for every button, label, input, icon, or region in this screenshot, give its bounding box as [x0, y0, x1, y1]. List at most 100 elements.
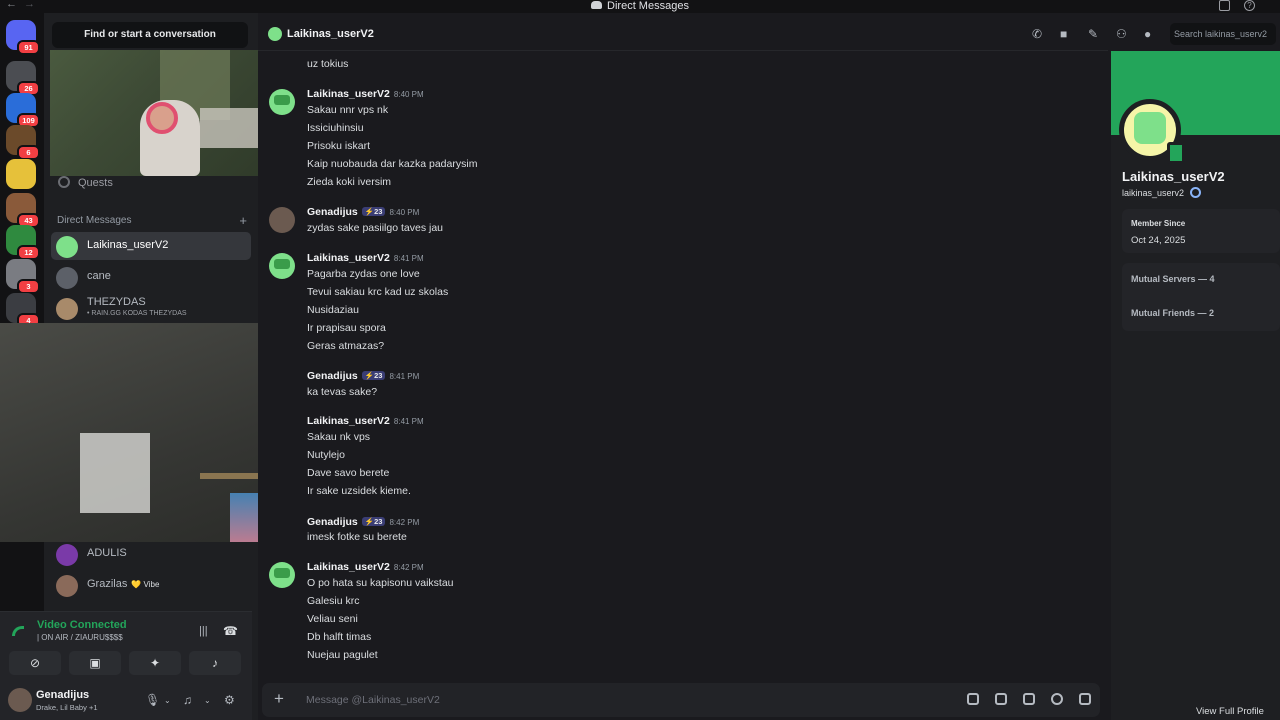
server-icon[interactable]: 6: [6, 125, 40, 160]
dm-item-thezydas[interactable]: THEZYDAS • RAIN.GG KODAS THEZYDAS: [51, 294, 251, 322]
create-dm-icon[interactable]: +: [239, 213, 247, 228]
screen-share-button[interactable]: ▣: [69, 651, 121, 675]
mutuals-card: Mutual Servers — 4 Mutual Friends — 2: [1122, 263, 1280, 331]
message-author[interactable]: Laikinas_userV2 8:41 PM: [307, 252, 424, 264]
dm-item-adulis[interactable]: ADULIS: [51, 540, 251, 568]
message-line: Issiciuhinsiu: [307, 122, 364, 134]
dm-item-cane[interactable]: cane: [51, 263, 251, 291]
home-button[interactable]: 91: [6, 20, 40, 55]
message-line: Sakau nnr vps nk: [307, 104, 389, 116]
message-line: Db halft timas: [307, 631, 372, 643]
chevron-down-icon[interactable]: ⌄: [204, 696, 211, 705]
message-line: Nutylejo: [307, 449, 345, 461]
sticker-icon[interactable]: [1023, 693, 1035, 705]
message-line: Pagarba zydas one love: [307, 268, 420, 280]
activities-button[interactable]: ✦: [129, 651, 181, 675]
server-icon[interactable]: 43: [6, 193, 40, 228]
camera-off-button[interactable]: ⊘: [9, 651, 61, 675]
message-input[interactable]: [306, 689, 866, 711]
inbox-icon[interactable]: [1219, 0, 1230, 11]
title-bar: ← → Direct Messages ?: [0, 0, 1280, 13]
noise-suppression-icon[interactable]: |||: [199, 625, 208, 637]
message-line: ka tevas sake?: [307, 386, 378, 398]
message-line: imesk fotke su berete: [307, 531, 407, 543]
message-line: Ir sake uzsidek kieme.: [307, 485, 411, 497]
message-author[interactable]: Laikinas_userV2 8:40 PM: [307, 88, 424, 100]
signal-icon[interactable]: [12, 626, 24, 636]
emoji-icon[interactable]: [1051, 693, 1063, 705]
avatar: [56, 575, 78, 597]
avatar: [56, 544, 78, 566]
help-icon[interactable]: ?: [1244, 0, 1255, 11]
user-profile-panel: Laikinas_userV2 laikinas_userv2 Member S…: [1111, 51, 1280, 720]
server-icon[interactable]: 26: [6, 61, 40, 96]
settings-gear-icon[interactable]: ⚙: [224, 693, 235, 707]
avatar: [56, 267, 78, 289]
dm-item-laikinas[interactable]: Laikinas_userV2: [51, 232, 251, 260]
find-conversation-button[interactable]: Find or start a conversation: [52, 22, 248, 48]
message-author[interactable]: Genadijus ⚡23 8:40 PM: [307, 206, 419, 218]
discord-logo-icon: [591, 1, 603, 9]
window-title: Direct Messages: [0, 0, 1280, 12]
server-icon[interactable]: 3: [6, 259, 40, 294]
profile-avatar[interactable]: [1119, 99, 1185, 164]
message-line: Prisoku iskart: [307, 140, 371, 152]
chevron-down-icon[interactable]: ⌄: [164, 696, 171, 705]
microphone-icon[interactable]: 🎙: [145, 693, 160, 707]
avatar: [268, 27, 282, 41]
message-line: Kaip nuobauda dar kazka padarysim: [307, 158, 478, 170]
server-icon[interactable]: 109: [6, 93, 40, 128]
message-composer: +: [262, 683, 1100, 717]
avatar[interactable]: [269, 562, 295, 588]
message-author[interactable]: Genadijus ⚡23 8:41 PM: [307, 370, 419, 382]
gift-icon[interactable]: [967, 693, 979, 705]
message-author[interactable]: Laikinas_userV2 8:41 PM: [307, 415, 424, 427]
server-icon[interactable]: 4: [6, 293, 40, 328]
avatar: [56, 298, 78, 320]
message-line: Dave savo berete: [307, 467, 390, 479]
mutual-servers-link[interactable]: Mutual Servers — 4: [1131, 274, 1215, 284]
avatar[interactable]: [269, 253, 295, 279]
message-line: Veliau seni: [307, 613, 358, 625]
message-line: Geras atmazas?: [307, 340, 385, 352]
member-since-card: Member Since Oct 24, 2025: [1122, 209, 1280, 253]
headset-icon[interactable]: ♫: [183, 693, 192, 707]
apps-icon[interactable]: [1079, 693, 1091, 705]
video-feed-self[interactable]: [50, 50, 274, 176]
server-icon[interactable]: [6, 159, 36, 189]
video-call-icon[interactable]: ■: [1060, 27, 1067, 41]
mutual-friends-link[interactable]: Mutual Friends — 2: [1131, 308, 1214, 318]
search-input[interactable]: Search laikinas_userv2: [1170, 23, 1276, 45]
soundboard-button[interactable]: ♪: [189, 651, 241, 675]
user-profile-icon[interactable]: ●: [1144, 27, 1151, 41]
avatar[interactable]: [8, 688, 32, 712]
server-icon[interactable]: 12: [6, 225, 40, 260]
message-line: zydas sake pasiilgo taves jau: [307, 222, 443, 234]
add-friends-icon[interactable]: ⚇: [1116, 27, 1127, 41]
avatar[interactable]: [269, 89, 295, 115]
disconnect-icon[interactable]: ☎: [223, 624, 238, 638]
chat-area: Laikinas_userV2 ✆ ■ ✎ ⚇ ● Search laikina…: [258, 13, 1276, 720]
chat-header: Laikinas_userV2 ✆ ■ ✎ ⚇ ● Search laikina…: [258, 13, 1276, 51]
dm-section-header: Direct Messages +: [57, 213, 247, 228]
user-panel: Genadijus Drake, Lil Baby +1 🎙 ⌄ ♫ ⌄ ⚙: [0, 680, 252, 720]
message-author[interactable]: Laikinas_userV2 8:42 PM: [307, 561, 424, 573]
message-line: Nuejau pagulet: [307, 649, 378, 661]
message-line: uz tokius: [307, 58, 349, 70]
message-line: Zieda koki iversim: [307, 176, 392, 188]
message-line: Tevui sakiau krc kad uz skolas: [307, 286, 449, 298]
avatar: [56, 236, 78, 258]
dm-item-grazilas[interactable]: Grazilas 💛 Vibe: [51, 571, 251, 599]
voice-call-icon[interactable]: ✆: [1032, 27, 1042, 41]
pin-icon[interactable]: ✎: [1088, 27, 1098, 41]
badge-icon[interactable]: [1190, 187, 1202, 198]
quests-icon: [58, 176, 70, 188]
view-full-profile-link[interactable]: View Full Profile: [1196, 706, 1264, 717]
message-line: Sakau nk vps: [307, 431, 371, 443]
message-line: Nusidaziau: [307, 304, 359, 316]
attach-plus-icon[interactable]: +: [274, 689, 284, 709]
message-author[interactable]: Genadijus ⚡23 8:42 PM: [307, 516, 419, 528]
gif-icon[interactable]: [995, 693, 1007, 705]
avatar[interactable]: [269, 207, 295, 233]
quests-link[interactable]: Quests: [58, 176, 113, 189]
